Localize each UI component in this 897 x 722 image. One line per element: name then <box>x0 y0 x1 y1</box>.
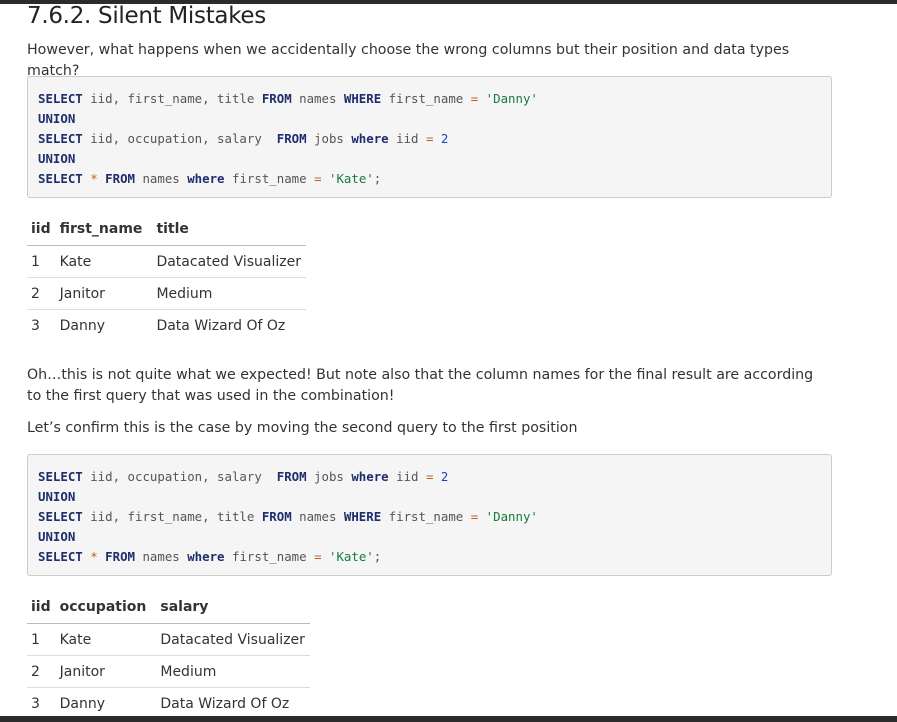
table-cell: 1 <box>27 623 56 656</box>
table-cell: Data Wizard Of Oz <box>160 695 290 712</box>
table-cell: Danny <box>59 317 106 334</box>
code-line: SELECT iid, occupation, salary FROM jobs… <box>38 469 449 484</box>
observation-paragraph: Oh…this is not quite what we expected! B… <box>27 367 814 404</box>
table-row: 3 Danny Data Wizard Of Oz <box>27 688 310 720</box>
code-block-1[interactable]: SELECT iid, first_name, title FROM names… <box>27 76 832 198</box>
column-header: iid <box>27 213 56 246</box>
intro-paragraph: However, what happens when we accidental… <box>27 42 790 79</box>
code-line: SELECT iid, occupation, salary FROM jobs… <box>38 131 449 146</box>
column-header: occupation <box>55 591 152 624</box>
result-table-2: iid occupation salary 1 Kate Datacated V… <box>27 591 310 719</box>
table-header-row: iid first_name title <box>27 213 306 246</box>
table-cell: 1 <box>27 245 56 278</box>
table-cell: Datacated Visualizer <box>151 623 310 656</box>
code-line: UNION <box>38 151 76 166</box>
code-line: UNION <box>38 489 76 504</box>
table-cell: 3 <box>31 695 40 712</box>
code-line: SELECT * FROM names where first_name = '… <box>38 171 382 186</box>
code-block-2[interactable]: SELECT iid, occupation, salary FROM jobs… <box>27 454 832 576</box>
table-row: 2 Janitor Medium <box>27 277 306 310</box>
table-cell: Kate <box>55 245 148 278</box>
code-line: UNION <box>38 111 76 126</box>
table-cell: Data Wizard Of Oz <box>156 317 286 334</box>
table-cell: 2 <box>27 277 56 310</box>
column-header: salary <box>151 591 310 624</box>
code-line: SELECT iid, first_name, title FROM names… <box>38 91 538 106</box>
confirm-paragraph: Let’s confirm this is the case by moving… <box>27 420 578 436</box>
bottom-border <box>0 716 897 722</box>
code-line: SELECT iid, first_name, title FROM names… <box>38 509 538 524</box>
table-cell: Janitor <box>55 277 148 310</box>
code-line: SELECT * FROM names where first_name = '… <box>38 549 382 564</box>
table-cell: 3 <box>31 317 40 334</box>
table-cell: Datacated Visualizer <box>147 245 306 278</box>
table-cell: Kate <box>55 623 152 656</box>
result-table-1: iid first_name title 1 Kate Datacated Vi… <box>27 213 306 341</box>
table-cell: Janitor <box>55 655 152 688</box>
code-line: UNION <box>38 529 76 544</box>
table-cell: Danny <box>59 695 106 712</box>
table-cell: Medium <box>151 655 310 688</box>
table-cell: Medium <box>147 277 306 310</box>
table-cell: 2 <box>27 655 56 688</box>
section-title: 7.6.2. Silent Mistakes <box>27 3 266 29</box>
table-row: 3 Danny Data Wizard Of Oz <box>27 310 306 342</box>
table-row: 2 Janitor Medium <box>27 655 310 688</box>
table-header-row: iid occupation salary <box>27 591 310 624</box>
column-header: first_name <box>55 213 148 246</box>
column-header: iid <box>27 591 56 624</box>
table-row: 1 Kate Datacated Visualizer <box>27 245 306 278</box>
column-header: title <box>147 213 306 246</box>
table-row: 1 Kate Datacated Visualizer <box>27 623 310 656</box>
